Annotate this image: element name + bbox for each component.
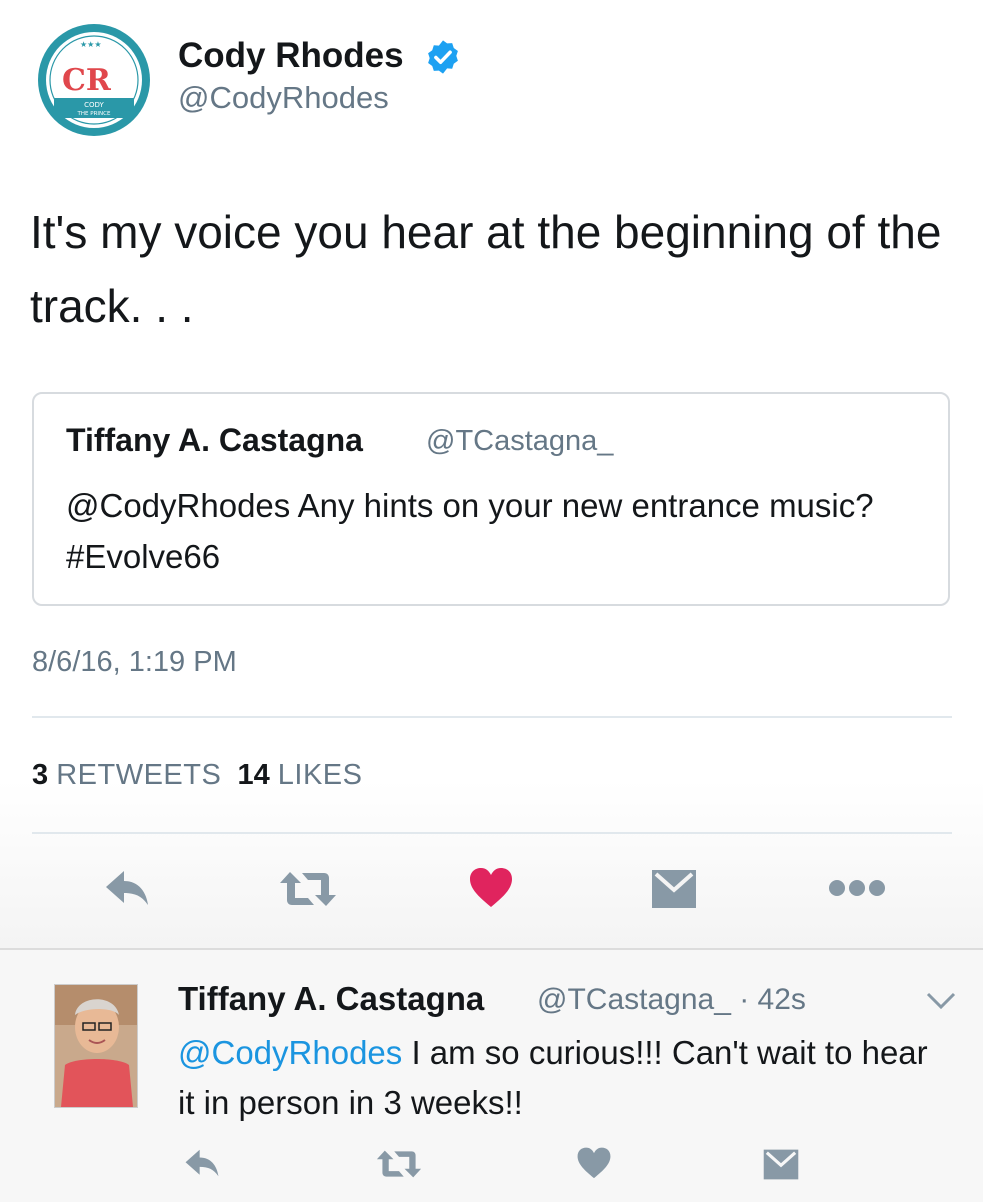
divider <box>32 716 952 718</box>
more-icon[interactable] <box>828 878 886 898</box>
tweet-text: It's my voice you hear at the beginning … <box>30 206 942 332</box>
svg-text:★★★: ★★★ <box>80 40 102 49</box>
reply-icon[interactable] <box>104 868 150 908</box>
reply-author-handle[interactable]: @TCastagna_ · 42s <box>537 983 806 1017</box>
likes-label[interactable]: LIKES <box>278 759 363 791</box>
avatar-logo-text-top: CODY <box>84 101 104 109</box>
divider <box>32 832 952 834</box>
quoted-tweet-text: @CodyRhodes Any hints on your new entran… <box>66 487 874 575</box>
chevron-down-icon[interactable] <box>925 990 957 1014</box>
reply-tweet: Tiffany A. Castagna @TCastagna_ · 42s @C… <box>0 948 983 1202</box>
tweet-timestamp: 8/6/16, 1:19 PM <box>32 646 237 678</box>
main-tweet: ★★★ CR CODY THE PRINCE Cody Rhodes @Cody… <box>0 0 983 948</box>
reply-text: @CodyRhodes I am so curious!!! Can't wai… <box>178 1028 948 1128</box>
quoted-tweet[interactable]: Tiffany A. Castagna @TCastagna_ @CodyRho… <box>32 392 950 606</box>
retweet-icon[interactable] <box>278 870 338 908</box>
author-handle[interactable]: @CodyRhodes <box>178 80 389 116</box>
tweet-stats: 3 RETWEETS 14 LIKES <box>32 759 363 792</box>
avatar-logo-text-bottom: THE PRINCE <box>77 111 111 117</box>
svg-text:CR: CR <box>62 63 112 98</box>
likes-count[interactable]: 14 <box>237 759 269 791</box>
verified-badge-icon <box>428 40 458 74</box>
quoted-author-handle: @TCastagna_ <box>426 425 614 457</box>
heart-icon[interactable] <box>576 1146 612 1179</box>
quoted-author-name: Tiffany A. Castagna <box>66 422 363 458</box>
reply-author-name[interactable]: Tiffany A. Castagna <box>178 980 484 1018</box>
retweet-icon[interactable] <box>375 1149 423 1179</box>
reply-avatar-image <box>55 985 137 1107</box>
reply-mention-link[interactable]: @CodyRhodes <box>178 1034 402 1071</box>
reply-icon[interactable] <box>184 1147 220 1179</box>
author-name[interactable]: Cody Rhodes <box>178 36 404 76</box>
envelope-icon[interactable] <box>650 868 698 910</box>
profile-avatar[interactable]: ★★★ CR CODY THE PRINCE <box>36 22 152 138</box>
retweets-label[interactable]: RETWEETS <box>56 759 221 791</box>
retweets-count[interactable]: 3 <box>32 759 48 791</box>
envelope-icon[interactable] <box>762 1148 800 1181</box>
reply-avatar[interactable] <box>54 984 138 1108</box>
heart-icon[interactable] <box>468 866 514 908</box>
